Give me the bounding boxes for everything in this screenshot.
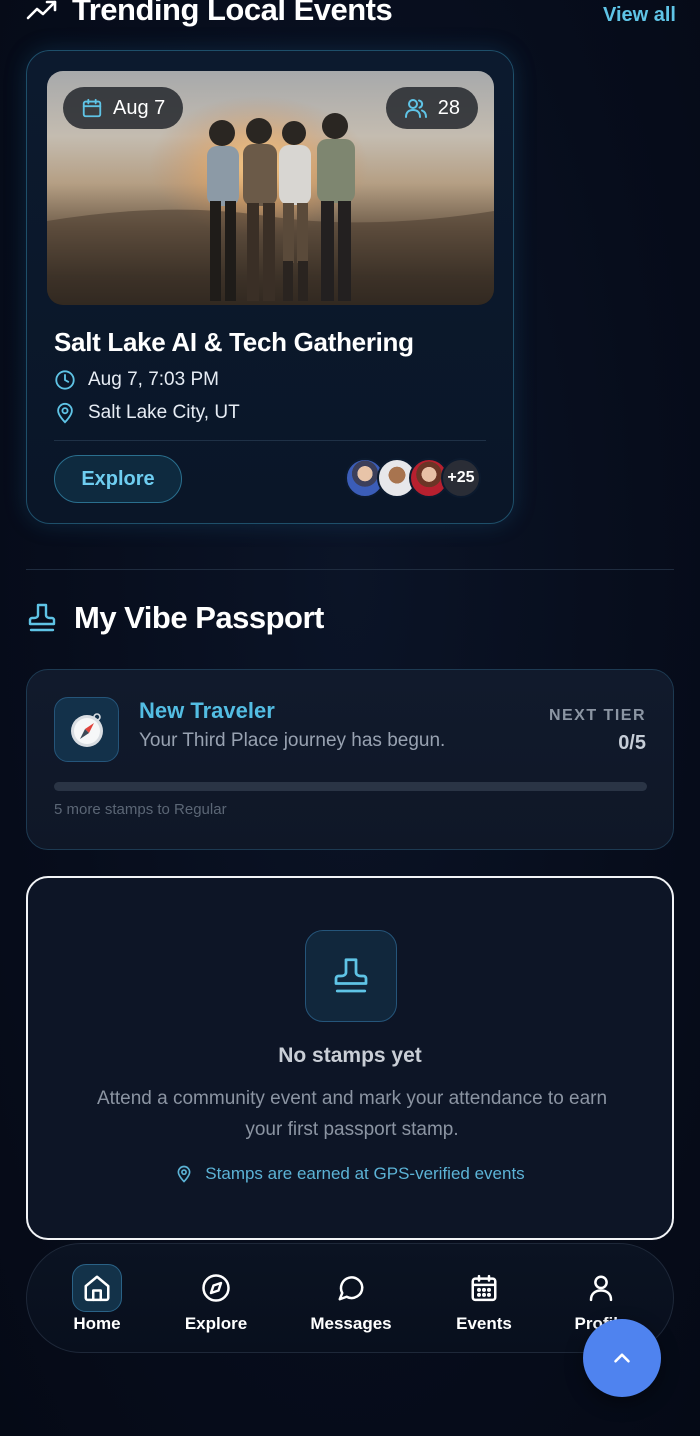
event-card[interactable]: Aug 7 28 Salt Lake AI & Tech Gathering A… — [26, 50, 514, 524]
event-title: Salt Lake AI & Tech Gathering — [54, 327, 414, 357]
attendee-count-chip: 28 — [385, 87, 478, 129]
date-chip-label: Aug 7 — [113, 96, 166, 119]
chevron-up-icon — [609, 1345, 635, 1371]
date-chip: Aug 7 — [63, 87, 184, 129]
gps-note-text: Stamps are earned at GPS-verified events — [205, 1164, 525, 1183]
explore-event-button[interactable]: Explore — [54, 455, 182, 503]
empty-state-description: Attend a community event and mark your a… — [96, 1088, 608, 1140]
attendee-avatars[interactable]: +25 — [345, 458, 481, 498]
nav-events[interactable]: Events — [429, 1264, 539, 1334]
passport-title: My Vibe Passport — [74, 600, 324, 635]
event-location-row: Salt Lake City, UT — [54, 402, 240, 424]
event-location: Salt Lake City, UT — [88, 402, 240, 423]
empty-state-title: No stamps yet — [278, 1044, 422, 1067]
view-all-link[interactable]: View all — [603, 4, 676, 27]
compass-icon — [201, 1273, 231, 1303]
home-icon — [82, 1273, 112, 1303]
compass-badge — [54, 697, 119, 762]
tier-progress-bar — [54, 782, 647, 791]
nav-home-label: Home — [73, 1314, 121, 1333]
stamps-empty-state: No stamps yet Attend a community event a… — [26, 876, 674, 1240]
calendar-icon — [81, 97, 103, 119]
progress-note: 5 more stamps to Regular — [54, 801, 227, 818]
event-card-divider — [54, 440, 486, 441]
event-photo: Aug 7 28 — [47, 71, 494, 305]
calendar-icon — [469, 1273, 499, 1303]
nav-home-highlight — [72, 1264, 122, 1312]
trending-up-icon — [26, 0, 58, 22]
compass-icon — [67, 710, 107, 750]
nav-messages[interactable]: Messages — [296, 1264, 406, 1334]
clock-icon — [54, 369, 76, 391]
tier-subtitle: Your Third Place journey has begun. — [139, 730, 446, 751]
next-tier-label: NEXT TIER — [548, 707, 646, 724]
bottom-nav: Home Explore Messages Events Profile — [26, 1243, 674, 1353]
nav-home[interactable]: Home — [42, 1264, 152, 1334]
tier-card: New Traveler Your Third Place journey ha… — [26, 669, 674, 850]
scroll-to-top-button[interactable] — [583, 1319, 661, 1397]
message-circle-icon — [336, 1273, 366, 1303]
empty-stamp-badge — [305, 930, 397, 1022]
user-icon — [586, 1273, 616, 1303]
trending-title-wrap: Trending Local Events — [26, 0, 393, 28]
event-datetime-row: Aug 7, 7:03 PM — [54, 369, 219, 391]
passport-header: My Vibe Passport — [28, 600, 324, 636]
nav-events-icon-wrap — [459, 1264, 509, 1312]
more-attendees-badge: +25 — [441, 458, 481, 498]
event-datetime: Aug 7, 7:03 PM — [88, 369, 219, 390]
nav-messages-label: Messages — [310, 1314, 392, 1333]
gps-note: Stamps are earned at GPS-verified events — [28, 1164, 672, 1184]
nav-explore[interactable]: Explore — [161, 1264, 271, 1334]
attendee-count: 28 — [437, 96, 460, 119]
nav-explore-icon-wrap — [191, 1264, 241, 1312]
trending-header: Trending Local Events View all — [26, 0, 676, 32]
nav-messages-icon-wrap — [326, 1264, 376, 1312]
tier-name: New Traveler — [139, 698, 275, 723]
nav-events-label: Events — [456, 1314, 512, 1333]
users-icon — [404, 97, 428, 119]
next-tier-progress: 0/5 — [618, 732, 646, 754]
nav-profile-icon-wrap — [576, 1264, 626, 1312]
map-pin-icon — [54, 402, 76, 424]
stamp-icon — [333, 956, 369, 996]
trending-title: Trending Local Events — [72, 0, 393, 27]
nav-explore-label: Explore — [184, 1314, 248, 1333]
section-divider — [26, 569, 674, 570]
map-pin-icon — [175, 1164, 193, 1184]
stamp-icon — [28, 602, 56, 634]
